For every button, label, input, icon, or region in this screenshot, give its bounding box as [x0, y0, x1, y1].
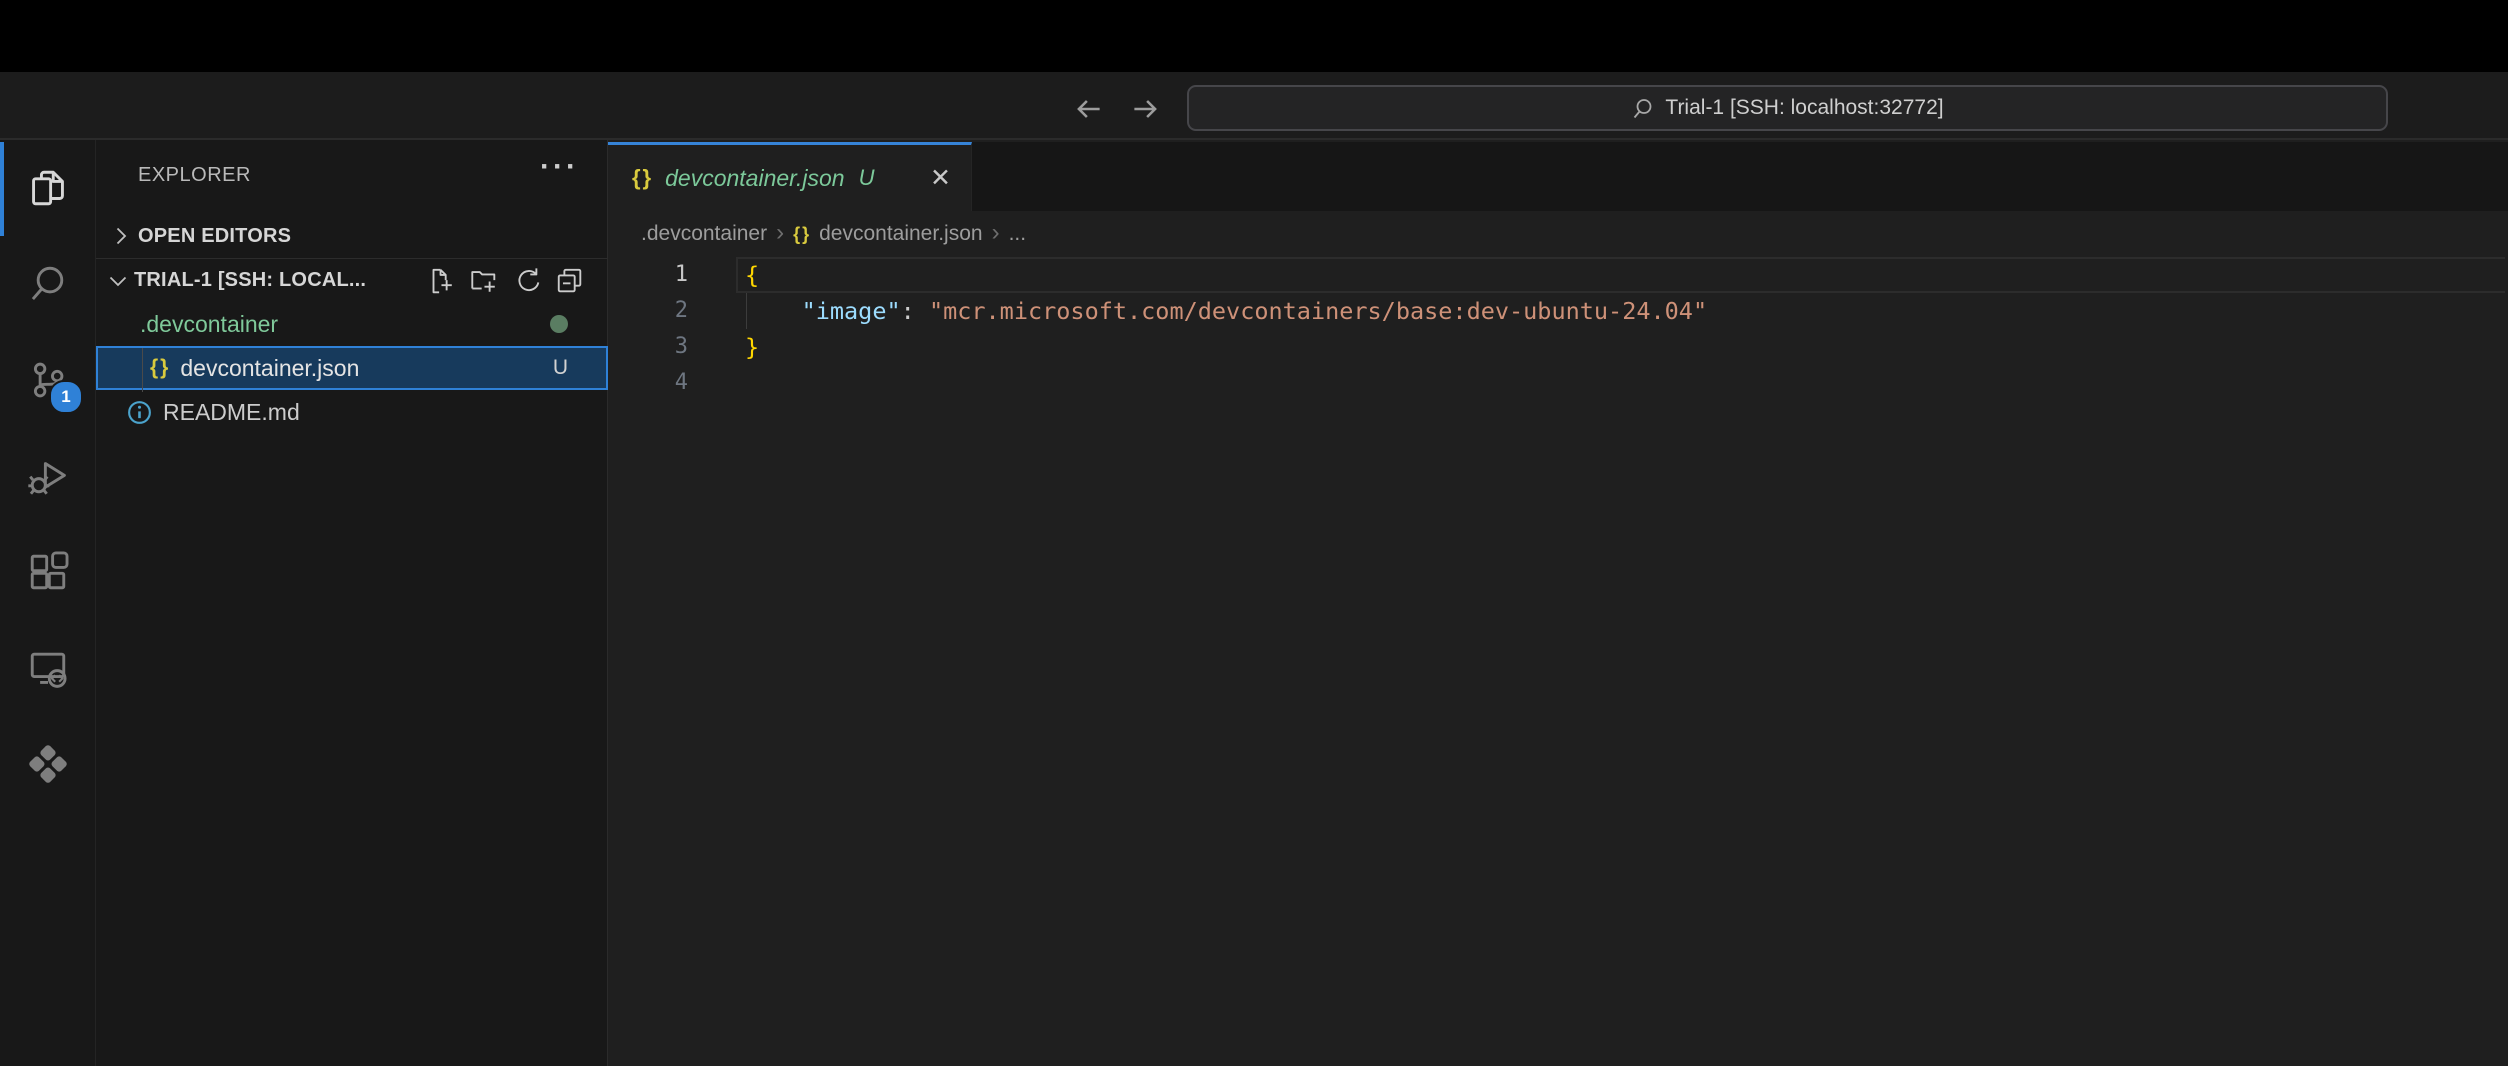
line-number: 3 — [608, 329, 688, 365]
tree-item-label: .devcontainer — [140, 311, 278, 338]
tab-devcontainer-json[interactable]: {} devcontainer.json U ✕ — [608, 142, 972, 211]
command-center-search[interactable]: Trial-1 [SSH: localhost:32772] — [1187, 85, 2388, 131]
vscode-window: Trial-1 [SSH: localhost:32772] 1 EXPLORE… — [0, 0, 2508, 1066]
open-editors-section[interactable]: OPEN EDITORS — [96, 214, 608, 258]
token-key: "image" — [802, 297, 901, 325]
breadcrumb-label: devcontainer.json — [819, 222, 982, 246]
tree-item-label: README.md — [163, 399, 300, 426]
code-indent-guide — [746, 293, 747, 329]
activity-run-debug-icon[interactable] — [0, 428, 95, 524]
code-editor[interactable]: 1 {2 "image": "mcr.microsoft.com/devconta… — [608, 257, 2508, 1066]
breadcrumb-item[interactable]: ... — [1009, 222, 1027, 246]
search-icon — [1631, 97, 1655, 121]
line-number: 4 — [608, 365, 688, 401]
new-folder-icon[interactable] — [469, 266, 499, 296]
code-line-3[interactable]: } — [745, 329, 759, 365]
title-bar: Trial-1 [SSH: localhost:32772] — [0, 72, 2508, 140]
breadcrumb: .devcontainer › {} devcontainer.json ›... — [608, 211, 2508, 257]
nav-back-arrow-icon[interactable] — [1072, 92, 1106, 126]
activity-extensions-icon[interactable] — [0, 524, 95, 620]
activity-source-control-icon[interactable]: 1 — [0, 332, 95, 428]
tab-label: devcontainer.json — [665, 165, 844, 192]
tree-item-devcontainer-json[interactable]: {} devcontainer.json U — [96, 346, 608, 390]
sidebar-title: EXPLORER — [138, 164, 251, 187]
nav-forward-arrow-icon[interactable] — [1128, 92, 1162, 126]
breadcrumb-item[interactable]: .devcontainer — [641, 222, 767, 246]
explorer-sidebar: EXPLORER ··· OPEN EDITORS TRIAL-1 [SSH: … — [96, 140, 608, 1066]
json-braces-icon: {} — [632, 165, 653, 191]
menu-bar-strip — [0, 0, 2508, 72]
line-number: 2 — [608, 293, 688, 329]
current-line-highlight — [736, 257, 2505, 293]
section-actions — [426, 266, 608, 296]
activity-azure-diamond-icon[interactable] — [0, 716, 95, 812]
info-icon — [126, 399, 153, 426]
token-bracket: { — [745, 261, 759, 289]
activity-search-icon[interactable] — [0, 236, 95, 332]
git-status-badge: U — [553, 356, 568, 380]
breadcrumb-label: ... — [1009, 222, 1027, 246]
sidebar-header: EXPLORER ··· — [96, 140, 607, 210]
json-braces-icon: {} — [150, 356, 170, 380]
breadcrumb-separator-icon: › — [776, 219, 784, 247]
line-number: 1 — [608, 257, 688, 293]
activity-files-icon[interactable] — [0, 140, 95, 236]
chevron-down-icon — [105, 268, 131, 294]
token-punct: : — [901, 297, 929, 325]
tab-bar: {} devcontainer.json U ✕ — [608, 142, 2508, 211]
code-line-2[interactable]: "image": "mcr.microsoft.com/devcontainer… — [745, 293, 1707, 329]
workspace-section-header[interactable]: TRIAL-1 [SSH: LOCAL... — [96, 258, 608, 302]
editor-group: {} devcontainer.json U ✕ .devcontainer › {… — [608, 140, 2508, 1066]
command-center-text: Trial-1 [SSH: localhost:32772] — [1665, 96, 1943, 120]
close-icon[interactable]: ✕ — [930, 163, 951, 193]
open-editors-label: OPEN EDITORS — [138, 225, 291, 248]
active-indicator — [0, 142, 4, 236]
breadcrumb-label: .devcontainer — [641, 222, 767, 246]
tree-item-label: devcontainer.json — [180, 355, 359, 382]
breadcrumb-separator-icon: › — [992, 219, 1000, 247]
git-modified-dot — [550, 315, 568, 333]
activity-bar: 1 — [0, 140, 96, 1066]
source-control-badge: 1 — [49, 380, 83, 414]
activity-remote-explorer-icon[interactable] — [0, 620, 95, 716]
chevron-right-icon — [108, 223, 134, 249]
collapse-all-icon[interactable] — [555, 266, 585, 296]
new-file-icon[interactable] — [426, 266, 456, 296]
tree-item-README-md[interactable]: README.md — [96, 390, 608, 434]
tab-git-status-badge: U — [859, 165, 875, 191]
more-actions-icon[interactable]: ··· — [540, 150, 579, 184]
workspace-section-label: TRIAL-1 [SSH: LOCAL... — [134, 269, 366, 292]
token-string: "mcr.microsoft.com/devcontainers/base:de… — [929, 297, 1707, 325]
json-braces-icon: {} — [793, 224, 811, 245]
breadcrumb-item[interactable]: {} devcontainer.json — [793, 222, 982, 246]
refresh-icon[interactable] — [512, 266, 542, 296]
indent-guide — [142, 348, 143, 392]
code-line-1[interactable]: { — [745, 257, 759, 293]
token-bracket: } — [745, 333, 759, 361]
token-ws — [745, 297, 802, 325]
tree-item--devcontainer[interactable]: .devcontainer — [96, 302, 608, 346]
